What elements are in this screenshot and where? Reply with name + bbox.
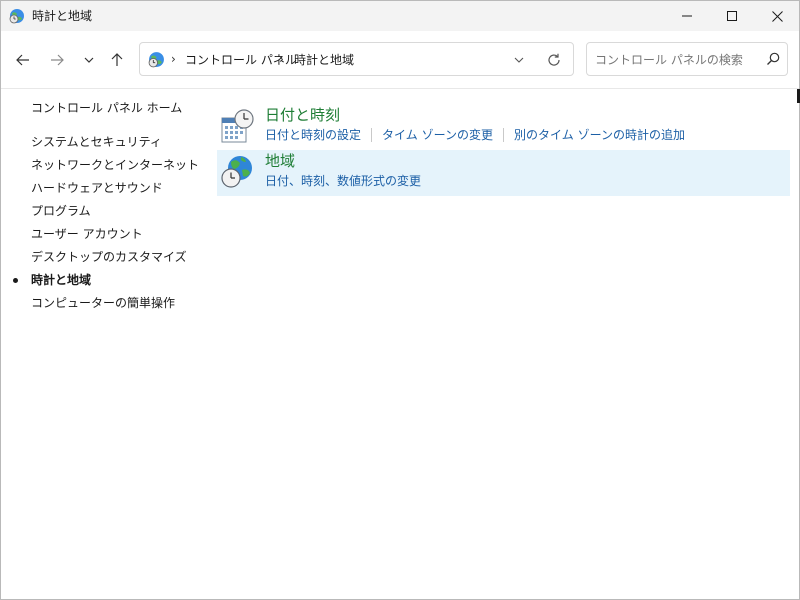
category-title-region[interactable]: 地域: [265, 151, 295, 171]
arrow-left-icon: [16, 54, 29, 66]
link-divider: [503, 128, 504, 142]
search-box[interactable]: コントロール パネルの検索: [586, 42, 788, 76]
breadcrumb-clock-region[interactable]: 時計と地域: [294, 52, 354, 68]
recent-locations-button[interactable]: [75, 46, 103, 74]
globe-clock-icon[interactable]: [220, 154, 254, 190]
search-icon[interactable]: [766, 52, 782, 68]
globe-clock-icon: [9, 8, 25, 24]
sidebar-item-programs[interactable]: プログラム: [31, 203, 91, 219]
address-bar[interactable]: › コントロール パネル › 時計と地域: [139, 42, 574, 76]
link-change-time-zone[interactable]: タイム ゾーンの変更: [382, 127, 493, 143]
title-bar: 時計と地域: [1, 1, 799, 31]
category-region: 地域 日付、時刻、数値形式の変更: [217, 150, 790, 196]
close-icon: [771, 10, 783, 22]
navigation-bar: › コントロール パネル › 時計と地域 コントロール パネルの検索: [1, 31, 799, 89]
sidebar-item-personalization[interactable]: デスクトップのカスタマイズ: [31, 249, 187, 265]
sidebar-item-system-security[interactable]: システムとセキュリティ: [31, 134, 162, 150]
chevron-down-icon: [514, 57, 524, 63]
sidebar-item-network-internet[interactable]: ネットワークとインターネット: [31, 157, 199, 173]
link-add-clocks[interactable]: 別のタイム ゾーンの時計の追加: [514, 127, 685, 143]
chevron-down-icon: [84, 57, 94, 63]
current-item-bullet: [13, 278, 18, 283]
breadcrumb-separator[interactable]: ›: [279, 52, 284, 66]
maximize-button[interactable]: [709, 1, 755, 31]
breadcrumb-separator[interactable]: ›: [171, 52, 176, 66]
address-history-dropdown[interactable]: [510, 51, 528, 69]
category-title-date-time[interactable]: 日付と時刻: [265, 105, 340, 125]
back-button[interactable]: [9, 46, 37, 74]
link-divider: [371, 128, 373, 142]
up-button[interactable]: [103, 46, 131, 74]
arrow-up-icon: [111, 53, 123, 66]
window-title: 時計と地域: [32, 9, 93, 23]
control-panel-window: 時計と地域 › コントロール パネル › 時計と地域 コントロール パネルの検索…: [0, 0, 800, 600]
search-input[interactable]: コントロール パネルの検索: [595, 52, 743, 68]
link-set-date-time[interactable]: 日付と時刻の設定: [265, 127, 361, 143]
sidebar-item-hardware-sound[interactable]: ハードウェアとサウンド: [31, 180, 163, 196]
refresh-icon: [548, 53, 560, 66]
sidebar: コントロール パネル ホーム システムとセキュリティ ネットワークとインターネッ…: [1, 89, 201, 599]
maximize-icon: [727, 11, 737, 21]
category-links: 日付と時刻の設定 タイム ゾーンの変更 別のタイム ゾーンの時計の追加: [265, 127, 685, 143]
sidebar-item-user-accounts[interactable]: ユーザー アカウント: [31, 226, 143, 242]
minimize-button[interactable]: [664, 1, 710, 31]
minimize-icon: [682, 15, 692, 17]
arrow-right-icon: [51, 54, 64, 66]
forward-button[interactable]: [43, 46, 71, 74]
sidebar-home-link[interactable]: コントロール パネル ホーム: [31, 100, 182, 116]
sidebar-item-ease-of-access[interactable]: コンピューターの簡単操作: [31, 295, 175, 311]
link-change-formats[interactable]: 日付、時刻、数値形式の変更: [265, 173, 421, 189]
close-button[interactable]: [754, 1, 800, 31]
globe-clock-icon: [148, 51, 165, 68]
category-links: 日付、時刻、数値形式の変更: [265, 173, 421, 189]
sidebar-item-clock-region: 時計と地域: [31, 273, 92, 287]
calendar-clock-icon[interactable]: [220, 108, 254, 144]
refresh-button[interactable]: [545, 51, 563, 69]
category-date-time: 日付と時刻 日付と時刻の設定 タイム ゾーンの変更 別のタイム ゾーンの時計の追…: [217, 104, 790, 150]
